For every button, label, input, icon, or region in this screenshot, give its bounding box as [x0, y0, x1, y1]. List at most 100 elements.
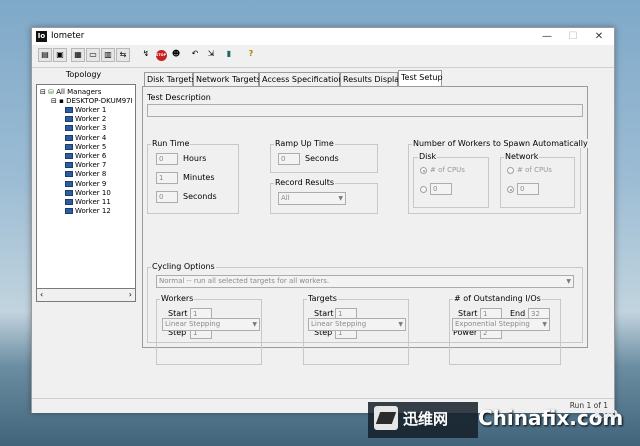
- network-cpus-label: # of CPUs: [517, 166, 552, 174]
- disk-custom-field[interactable]: 0: [430, 183, 452, 195]
- tree-worker-label: Worker 1: [75, 106, 107, 114]
- display-icon[interactable]: ▦: [71, 48, 85, 62]
- cycling-ios-label: # of Outstanding I/Os: [453, 294, 542, 303]
- workers-stepping-select[interactable]: Linear Stepping ▼: [162, 318, 260, 331]
- topology-label: Topology: [65, 70, 102, 79]
- minimize-button[interactable]: —: [534, 29, 560, 44]
- watermark-logo-icon: [374, 406, 398, 430]
- tree-worker-item[interactable]: Worker 5: [65, 143, 106, 151]
- ios-stepping-value: Exponential Stepping: [455, 320, 530, 328]
- tree-worker-label: Worker 3: [75, 124, 107, 133]
- stop-label: STOP: [155, 50, 167, 61]
- maximize-button[interactable]: ☐: [560, 29, 586, 44]
- start-icon[interactable]: ↯: [139, 48, 153, 62]
- minutes-label: Minutes: [183, 173, 215, 182]
- run-time-label: Run Time: [151, 139, 191, 148]
- ramp-up-field[interactable]: 0: [278, 153, 300, 165]
- save-icon[interactable]: ▣: [53, 48, 67, 62]
- tree-worker-item[interactable]: Worker 3: [65, 124, 106, 132]
- tree-worker-item[interactable]: Worker 9: [65, 180, 106, 188]
- network-custom-radio[interactable]: [507, 186, 514, 193]
- test-description-field[interactable]: [147, 104, 583, 117]
- app-icon: Io: [36, 31, 47, 42]
- disk-icon[interactable]: ▥: [101, 48, 115, 62]
- ios-start-label: Start: [458, 309, 478, 318]
- close-button[interactable]: ✕: [586, 29, 612, 44]
- expand-icon[interactable]: ⊟: [40, 88, 46, 96]
- worker-icon[interactable]: ▭: [86, 48, 100, 62]
- tree-worker-label: Worker 11: [75, 198, 111, 206]
- tab-access-specifications[interactable]: Access Specifications: [259, 72, 347, 86]
- cycling-targets-label: Targets: [307, 294, 338, 303]
- tree-worker-item[interactable]: Worker 11: [65, 198, 111, 206]
- tree-worker-label: Worker 9: [75, 179, 107, 188]
- cycling-select[interactable]: Normal -- run all selected targets for a…: [156, 275, 574, 288]
- tree-worker-item[interactable]: Worker 6: [65, 152, 106, 160]
- exit-icon[interactable]: ⇲: [204, 48, 218, 62]
- worker-icon: [65, 180, 73, 187]
- tab-test-setup[interactable]: Test Setup: [398, 70, 443, 87]
- tree-manager[interactable]: ⊟ ▪ DESKTOP-DKUM97I: [51, 97, 133, 105]
- tab-disk-targets[interactable]: Disk Targets: [144, 72, 196, 86]
- expand-icon[interactable]: ⊟: [51, 97, 57, 105]
- tree-worker-label: Worker 5: [75, 142, 107, 151]
- tab-network-targets[interactable]: Network Targets: [193, 72, 261, 86]
- tree-root[interactable]: ⊟ ⛁ All Managers: [40, 88, 101, 96]
- seconds-field[interactable]: 0: [156, 191, 178, 203]
- tree-scrollbar[interactable]: ‹ ›: [36, 288, 136, 302]
- minutes-field[interactable]: 1: [156, 172, 178, 184]
- chevron-down-icon: ▼: [542, 321, 547, 328]
- targets-stepping-value: Linear Stepping: [311, 320, 367, 328]
- hours-label: Hours: [183, 154, 207, 163]
- test-description-label: Test Description: [147, 93, 211, 102]
- scroll-right-icon[interactable]: ›: [129, 290, 132, 299]
- tab-results-display[interactable]: Results Display: [340, 72, 404, 86]
- spawn-network-label: Network: [504, 152, 540, 161]
- open-icon[interactable]: ▤: [38, 48, 52, 62]
- topology-tree[interactable]: ⊟ ⛁ All Managers ⊟ ▪ DESKTOP-DKUM97I Wor…: [36, 84, 136, 302]
- disk-cpus-radio[interactable]: [420, 167, 427, 174]
- disk-cpus-label: # of CPUs: [430, 166, 465, 174]
- test-setup-panel: Test Description Run Time 0 Hours 1 Minu…: [142, 86, 589, 365]
- ramp-up-unit: Seconds: [305, 154, 339, 163]
- chevron-down-icon: ▼: [338, 195, 343, 202]
- workers-start-label: Start: [168, 309, 188, 318]
- tree-worker-label: Worker 2: [75, 115, 107, 124]
- worker-icon: [65, 189, 73, 196]
- targets-stepping-select[interactable]: Linear Stepping ▼: [308, 318, 406, 331]
- network-custom-field[interactable]: 0: [517, 183, 539, 195]
- tree-worker-item[interactable]: Worker 12: [65, 207, 111, 215]
- worker-icon: [65, 143, 73, 150]
- worker-icon: [65, 116, 73, 123]
- seconds-label: Seconds: [183, 192, 217, 201]
- tree-worker-item[interactable]: Worker 4: [65, 134, 106, 142]
- worker-icon: [65, 107, 73, 113]
- tree-worker-item[interactable]: Worker 1: [65, 106, 106, 114]
- tree-worker-item[interactable]: Worker 2: [65, 115, 106, 123]
- network-icon[interactable]: ⇆: [116, 48, 130, 62]
- ios-stepping-select[interactable]: Exponential Stepping ▼: [452, 318, 550, 331]
- stop-all-icon[interactable]: ☻: [169, 48, 183, 62]
- hours-field[interactable]: 0: [156, 153, 178, 165]
- reset-icon[interactable]: ↶: [188, 48, 202, 62]
- record-results-value: All: [281, 194, 290, 202]
- record-results-select[interactable]: All ▼: [278, 192, 346, 205]
- tree-worker-label: Worker 7: [75, 161, 107, 170]
- chevron-down-icon: ▼: [566, 278, 571, 285]
- scroll-left-icon[interactable]: ‹: [40, 290, 43, 299]
- chevron-down-icon: ▼: [252, 321, 257, 328]
- stop-icon[interactable]: STOP: [154, 48, 168, 62]
- disk-custom-radio[interactable]: [420, 186, 427, 193]
- tree-worker-item[interactable]: Worker 7: [65, 161, 106, 169]
- chevron-down-icon: ▼: [398, 321, 403, 328]
- iometer-window: Io Iometer — ☐ ✕ ▤ ▣ ▦ ▭ ▥ ⇆ ↯ STOP ☻ ↶ …: [31, 27, 615, 413]
- network-cpus-radio[interactable]: [507, 167, 514, 174]
- tree-worker-item[interactable]: Worker 10: [65, 189, 111, 197]
- tree-worker-item[interactable]: Worker 8: [65, 170, 106, 178]
- spawn-disk-label: Disk: [418, 152, 438, 161]
- record-results-label: Record Results: [274, 178, 336, 187]
- tree-root-label: All Managers: [56, 88, 102, 96]
- about-icon[interactable]: ▮: [222, 48, 236, 62]
- workers-stepping-value: Linear Stepping: [165, 320, 221, 328]
- help-icon[interactable]: ?: [244, 48, 258, 62]
